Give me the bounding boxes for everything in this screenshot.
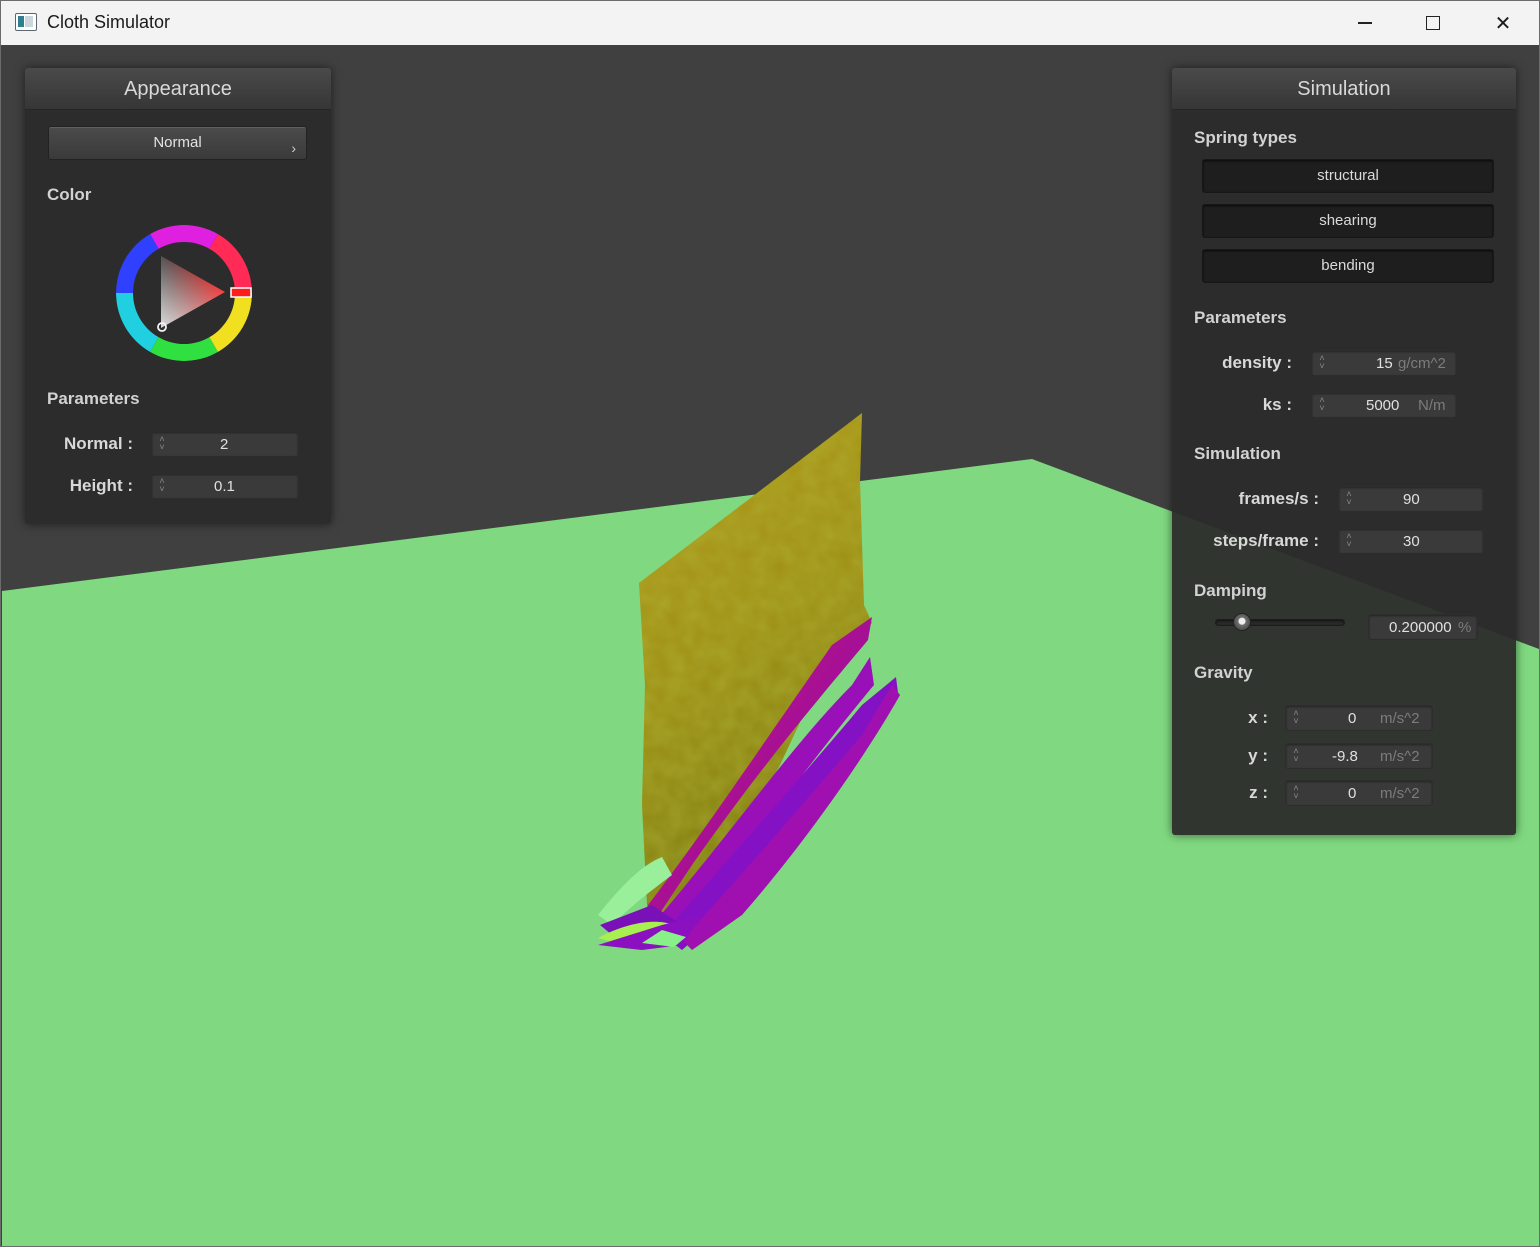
damping-input[interactable]: 0.200000 % xyxy=(1368,614,1478,640)
steps-label: steps/frame : xyxy=(1213,531,1319,550)
shader-select-value: Normal xyxy=(153,134,202,151)
appearance-panel: Appearance Normal › Color Parameters Nor… xyxy=(25,68,331,524)
density-unit: g/cm^2 xyxy=(1398,355,1446,372)
close-button[interactable]: ✕ xyxy=(1469,1,1537,45)
gravity-x-input[interactable]: ˄ ˅ 0 m/s^2 xyxy=(1285,705,1433,731)
gravity-y-label: y : xyxy=(1248,746,1268,765)
height-value: 0.1 xyxy=(214,478,235,495)
gravity-y-value: -9.8 xyxy=(1332,748,1358,765)
maximize-button[interactable] xyxy=(1399,1,1467,45)
gravity-z-unit: m/s^2 xyxy=(1380,785,1420,802)
maximize-icon xyxy=(1426,16,1440,30)
height-label: Height : xyxy=(69,476,133,495)
height-input[interactable]: ˄ ˅ 0.1 xyxy=(151,473,299,499)
spinner-icon[interactable]: ˄ ˅ xyxy=(1344,490,1354,508)
spinner-icon[interactable]: ˄ ˅ xyxy=(1317,354,1327,372)
spinner-icon[interactable]: ˄ ˅ xyxy=(1344,532,1354,550)
gravity-label: Gravity xyxy=(1194,663,1253,682)
title-bar[interactable]: Cloth Simulator ✕ xyxy=(1,1,1539,45)
steps-input[interactable]: ˄ ˅ 30 xyxy=(1338,528,1484,554)
3d-viewport[interactable]: Appearance Normal › Color Parameters Nor… xyxy=(2,45,1539,1246)
hue-marker xyxy=(230,287,252,298)
app-icon xyxy=(15,13,37,31)
minimize-button[interactable] xyxy=(1331,1,1399,45)
gravity-z-input[interactable]: ˄ ˅ 0 m/s^2 xyxy=(1285,780,1433,806)
steps-value: 30 xyxy=(1403,533,1420,550)
ks-value: 5000 xyxy=(1366,397,1400,414)
spinner-icon[interactable]: ˄ ˅ xyxy=(157,435,167,453)
simulation-section-label: Simulation xyxy=(1194,444,1281,463)
damping-slider-handle[interactable] xyxy=(1233,613,1252,631)
bending-toggle[interactable]: bending xyxy=(1202,249,1494,283)
spinner-icon[interactable]: ˄ ˅ xyxy=(1291,709,1301,727)
appearance-params-label: Parameters xyxy=(47,389,140,408)
fps-value: 90 xyxy=(1403,491,1420,508)
ks-input[interactable]: ˄ ˅ 5000 N/m xyxy=(1311,392,1457,418)
ks-label: ks : xyxy=(1262,395,1292,414)
structural-toggle[interactable]: structural xyxy=(1202,159,1494,193)
color-wheel[interactable] xyxy=(111,220,257,366)
normal-value: 2 xyxy=(220,436,229,453)
gravity-x-label: x : xyxy=(1248,708,1268,727)
appearance-panel-title[interactable]: Appearance xyxy=(25,68,331,110)
color-label: Color xyxy=(47,185,92,204)
spinner-icon[interactable]: ˄ ˅ xyxy=(1317,396,1327,414)
simulation-panel-title[interactable]: Simulation xyxy=(1172,68,1516,110)
spinner-icon[interactable]: ˄ ˅ xyxy=(157,477,167,495)
ks-unit: N/m xyxy=(1418,397,1446,414)
normal-input[interactable]: ˄ ˅ 2 xyxy=(151,431,299,457)
app-window: Cloth Simulator ✕ Appearance Normal › Co… xyxy=(0,0,1540,1247)
gravity-y-input[interactable]: ˄ ˅ -9.8 m/s^2 xyxy=(1285,743,1433,769)
sim-params-label: Parameters xyxy=(1194,308,1287,327)
spinner-icon[interactable]: ˄ ˅ xyxy=(1291,784,1301,802)
density-input[interactable]: ˄ ˅ 15 g/cm^2 xyxy=(1311,350,1457,376)
gravity-x-unit: m/s^2 xyxy=(1380,710,1420,727)
gravity-y-unit: m/s^2 xyxy=(1380,748,1420,765)
damping-value: 0.200000 xyxy=(1389,619,1452,636)
chevron-right-icon: › xyxy=(291,140,296,156)
density-value: 15 xyxy=(1376,355,1393,372)
fps-input[interactable]: ˄ ˅ 90 xyxy=(1338,486,1484,512)
gravity-x-value: 0 xyxy=(1348,710,1357,727)
minimize-icon xyxy=(1358,22,1372,24)
spring-types-label: Spring types xyxy=(1194,128,1297,147)
window-title: Cloth Simulator xyxy=(47,12,171,32)
close-icon: ✕ xyxy=(1494,12,1512,35)
shader-select[interactable]: Normal › xyxy=(48,126,307,160)
gravity-z-value: 0 xyxy=(1348,785,1357,802)
damping-unit: % xyxy=(1458,619,1472,636)
shearing-toggle[interactable]: shearing xyxy=(1202,204,1494,238)
normal-label: Normal : xyxy=(64,434,133,453)
fps-label: frames/s : xyxy=(1238,489,1319,508)
gravity-z-label: z : xyxy=(1249,783,1268,802)
damping-label: Damping xyxy=(1194,581,1267,600)
simulation-panel: Simulation Spring types structural shear… xyxy=(1172,68,1516,835)
spinner-icon[interactable]: ˄ ˅ xyxy=(1291,747,1301,765)
density-label: density : xyxy=(1222,353,1292,372)
